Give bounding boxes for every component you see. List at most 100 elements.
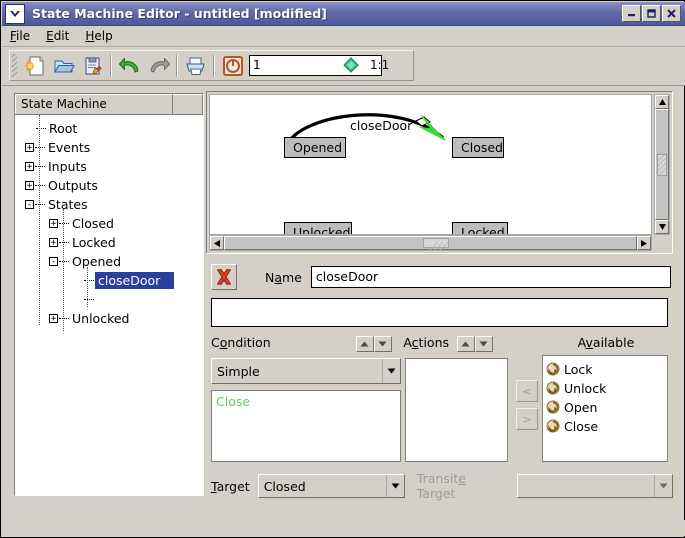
collapse-icon[interactable]: -	[49, 257, 58, 266]
condition-type-combo[interactable]: Simple	[211, 358, 401, 384]
collapse-icon[interactable]: -	[25, 200, 34, 209]
state-node-opened[interactable]: Opened	[284, 137, 346, 158]
tree-item-locked[interactable]: +Locked	[15, 233, 203, 252]
menu-edit[interactable]: Edit	[38, 27, 77, 45]
tree-body: Root+Events+Inputs+Outputs-States+Closed…	[15, 115, 203, 496]
scroll-left-button[interactable]	[210, 236, 224, 250]
expand-icon[interactable]: +	[25, 181, 34, 190]
tree-item-closed[interactable]: +Closed	[15, 214, 203, 233]
scroll-vertical-thumb[interactable]	[655, 109, 669, 220]
state-node-unlocked[interactable]: Unlocked	[284, 222, 352, 235]
toolbar-drag-handle[interactable]	[11, 54, 18, 78]
canvas-horizontal-scrollbar[interactable]	[209, 235, 652, 251]
close-button[interactable]	[662, 5, 681, 22]
tree-item-states[interactable]: -States	[15, 195, 203, 214]
triangle-down-glyph	[391, 483, 400, 489]
new-button[interactable]	[21, 53, 48, 79]
swirl-icon	[546, 362, 561, 377]
diagram-canvas[interactable]: closeDoor Opened Closed Unlocked Locked	[209, 94, 652, 235]
power-button[interactable]	[219, 53, 246, 79]
target-combo[interactable]: Closed	[258, 474, 405, 498]
available-list[interactable]: Lock UnlockOpenClose	[542, 355, 668, 462]
delete-button[interactable]	[211, 264, 237, 290]
state-machine-tree[interactable]: State Machine Root+Events+Inputs+Outputs…	[14, 93, 204, 496]
tree-item-events[interactable]: +Events	[15, 138, 203, 157]
available-label-post: ailable	[593, 335, 634, 350]
triangle-down-icon	[378, 341, 387, 347]
actions-list[interactable]	[405, 358, 508, 462]
expand-icon[interactable]: +	[49, 314, 58, 323]
tree-connector	[35, 204, 45, 206]
close-icon	[667, 9, 676, 18]
tree-item-opened[interactable]: -Opened	[15, 252, 203, 271]
expand-icon[interactable]: +	[25, 162, 34, 171]
tree-item-unlocked[interactable]: +Unlocked	[15, 309, 203, 328]
tree-header-col-extra[interactable]	[173, 94, 203, 114]
state-node-locked[interactable]: Locked	[452, 222, 508, 235]
chevron-down-icon[interactable]	[654, 475, 672, 497]
tree-header-col-name[interactable]: State Machine	[15, 94, 173, 114]
available-item-label: Lock	[564, 362, 593, 377]
tree-item-closedoor[interactable]: closeDoor	[15, 271, 203, 290]
open-button[interactable]	[50, 53, 77, 79]
add-action-glyph: <	[522, 385, 531, 398]
menu-help[interactable]: Help	[77, 27, 120, 45]
chevron-down-icon[interactable]	[382, 359, 400, 383]
chevron-down-icon[interactable]	[386, 475, 404, 497]
tree-item-root[interactable]: Root	[15, 119, 203, 138]
name-input[interactable]: closeDoor	[311, 266, 671, 288]
expand-icon[interactable]: +	[49, 219, 58, 228]
triangle-down-glyph	[387, 368, 396, 374]
scroll-down-button[interactable]	[655, 220, 669, 234]
available-item-open[interactable]: Open	[543, 398, 667, 417]
undo-button[interactable]	[116, 53, 143, 79]
condition-label-post: ndition	[227, 335, 270, 350]
condition-move-down-button[interactable]	[374, 336, 392, 352]
menu-file[interactable]: File	[2, 27, 38, 45]
scroll-horizontal-thumb[interactable]	[224, 236, 637, 250]
available-item-unlock[interactable]: Unlock	[543, 379, 667, 398]
transition-label[interactable]: closeDoor	[350, 118, 412, 133]
window-controls	[622, 5, 681, 22]
state-node-closed[interactable]: Closed	[452, 137, 504, 158]
tree-item-blank[interactable]	[15, 290, 203, 309]
zoom-input[interactable]: 1	[249, 55, 382, 76]
available-item-lock[interactable]: Lock	[543, 360, 667, 379]
expand-icon[interactable]: +	[25, 143, 34, 152]
maximize-button[interactable]	[642, 5, 661, 22]
tree-connector	[35, 166, 45, 168]
tree-connector	[35, 147, 45, 149]
toolbar: 1 1:1	[2, 47, 685, 86]
tree-item-inputs[interactable]: +Inputs	[15, 157, 203, 176]
scroll-right-button[interactable]	[637, 236, 651, 250]
canvas-vertical-scrollbar[interactable]	[654, 94, 670, 235]
actions-move-up-button[interactable]	[457, 336, 475, 352]
expand-icon[interactable]: +	[49, 238, 58, 247]
diagram-panel: closeDoor Opened Closed Unlocked Locked	[206, 91, 673, 254]
section-labels-row: Condition Actions Available	[211, 335, 668, 355]
save-edit-icon	[82, 55, 104, 77]
scroll-up-button[interactable]	[655, 95, 669, 109]
actions-move-down-button[interactable]	[475, 336, 493, 352]
condition-move-up-button[interactable]	[356, 336, 374, 352]
transite-target-combo[interactable]	[517, 474, 673, 498]
minimize-button[interactable]	[622, 5, 641, 22]
add-action-button[interactable]: <	[516, 380, 538, 402]
tree-item-outputs[interactable]: +Outputs	[15, 176, 203, 195]
available-item-close[interactable]: Close	[543, 417, 667, 436]
actions-label-post: tions	[419, 335, 449, 350]
zoom-diamond-icon[interactable]	[343, 57, 359, 76]
print-button[interactable]	[182, 53, 209, 79]
remove-action-button[interactable]: >	[516, 408, 538, 430]
actions-label-pre: A	[403, 335, 411, 350]
chevron-down-icon[interactable]	[5, 4, 25, 24]
new-icon	[24, 55, 46, 77]
swirl-icon	[546, 381, 561, 396]
save-button[interactable]	[79, 53, 106, 79]
description-input[interactable]	[211, 298, 668, 327]
tree-connector	[59, 223, 69, 225]
condition-expression-text[interactable]: Close	[211, 390, 401, 462]
title-bar: State Machine Editor - untitled [modifie…	[2, 2, 685, 26]
window-title: State Machine Editor - untitled [modifie…	[32, 6, 622, 21]
redo-button[interactable]	[145, 53, 172, 79]
